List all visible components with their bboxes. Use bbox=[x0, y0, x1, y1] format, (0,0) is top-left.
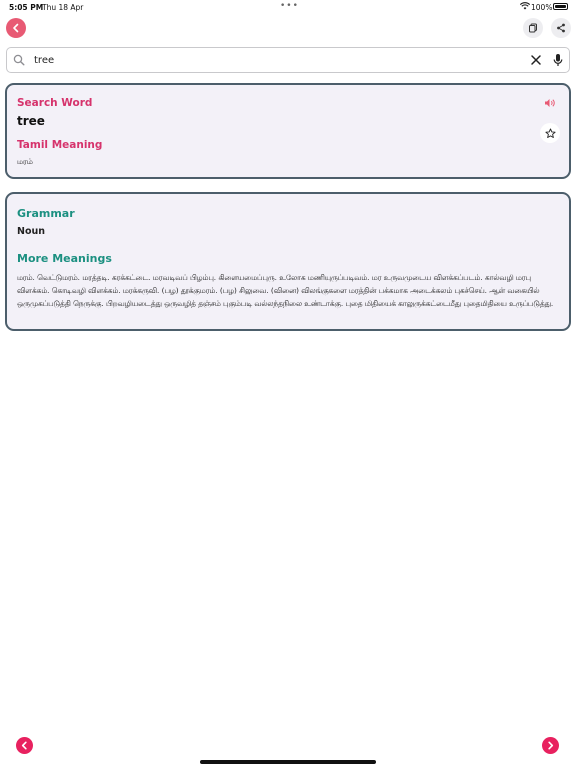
chevron-left-icon bbox=[21, 741, 27, 750]
grammar-value: Noun bbox=[17, 226, 46, 237]
speaker-icon bbox=[545, 99, 555, 107]
grammar-label: Grammar bbox=[17, 207, 75, 220]
search-icon bbox=[13, 54, 25, 66]
more-meanings-text: மரம். வெட்டுமரம். மரத்தடி. கரக்கட்டை. மர… bbox=[17, 273, 554, 308]
status-date: Thu 18 Apr bbox=[42, 3, 84, 12]
speaker-button[interactable] bbox=[540, 93, 560, 113]
status-time: 5:05 PM bbox=[9, 3, 44, 12]
wifi-icon bbox=[520, 2, 530, 10]
multitasking-dots-icon[interactable]: ••• bbox=[280, 1, 299, 11]
search-word: tree bbox=[17, 114, 45, 128]
previous-word-button[interactable] bbox=[16, 737, 33, 754]
tamil-meaning: மரம் bbox=[17, 157, 33, 166]
tamil-meaning-label: Tamil Meaning bbox=[17, 139, 103, 151]
more-meanings-label: More Meanings bbox=[17, 252, 112, 265]
close-icon[interactable] bbox=[530, 54, 542, 66]
search-word-card: Search Word tree Tamil Meaning மரம் bbox=[5, 83, 571, 179]
next-word-button[interactable] bbox=[542, 737, 559, 754]
chevron-right-icon bbox=[548, 741, 554, 750]
top-bar bbox=[0, 17, 576, 41]
search-input[interactable] bbox=[34, 53, 514, 68]
copy-button[interactable] bbox=[523, 18, 543, 38]
share-button[interactable] bbox=[551, 18, 571, 38]
star-icon bbox=[544, 127, 556, 138]
search-word-label: Search Word bbox=[17, 97, 93, 109]
back-button[interactable] bbox=[6, 18, 26, 38]
chevron-left-icon bbox=[13, 23, 19, 33]
grammar-card: Grammar Noun More Meanings மரம். வெட்டும… bbox=[5, 192, 571, 331]
battery-percent: 100% bbox=[531, 3, 553, 12]
battery-icon bbox=[553, 3, 568, 10]
status-bar: 5:05 PM Thu 18 Apr ••• 100% bbox=[0, 0, 576, 14]
home-indicator[interactable] bbox=[200, 760, 376, 764]
search-bar bbox=[6, 47, 570, 73]
copy-icon bbox=[529, 23, 537, 33]
share-icon bbox=[557, 23, 565, 33]
microphone-icon[interactable] bbox=[552, 53, 564, 67]
favorite-button[interactable] bbox=[540, 123, 560, 143]
